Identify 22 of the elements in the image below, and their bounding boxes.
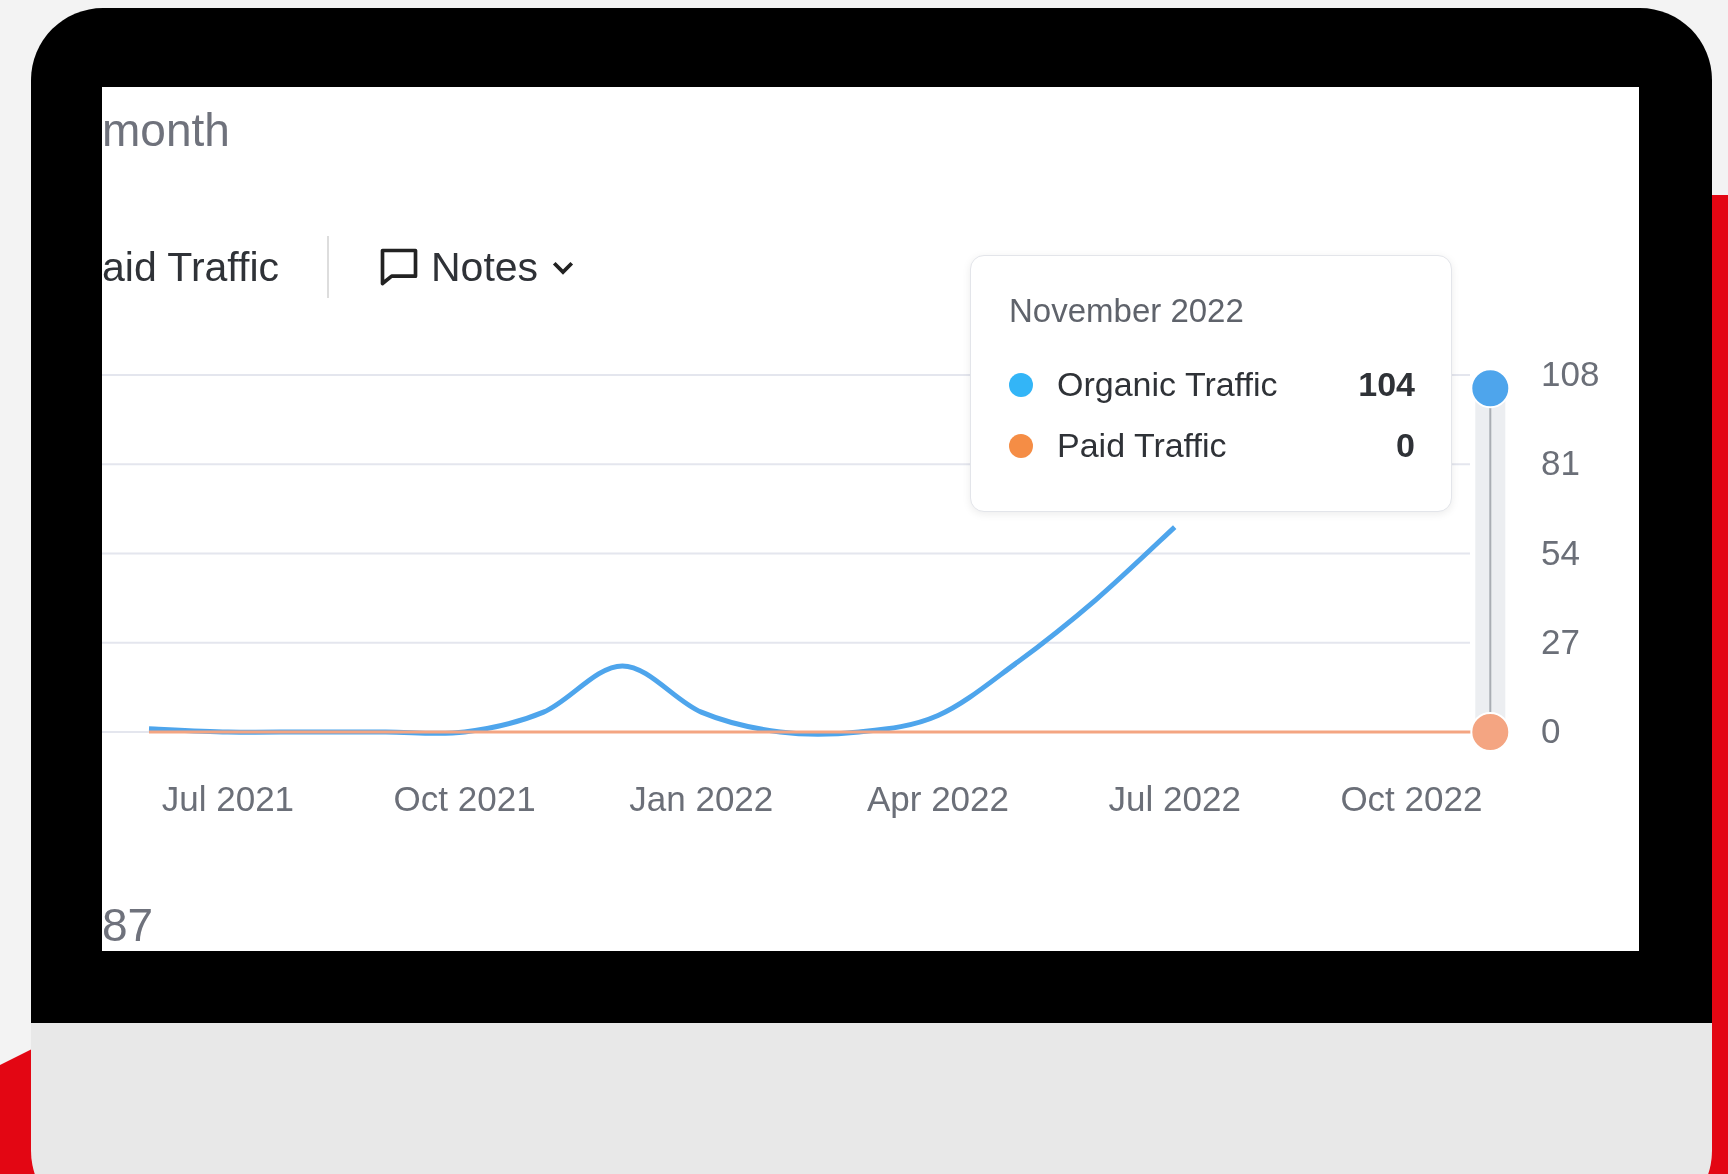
tooltip-title: November 2022 [1009, 292, 1245, 330]
x-axis-label: Oct 2022 [1340, 779, 1483, 818]
data-point [1470, 712, 1511, 752]
x-axis-label: Jul 2021 [161, 779, 295, 818]
y-axis-label: 27 [1541, 621, 1580, 661]
notes-button[interactable]: Notes [377, 243, 579, 291]
data-point [1470, 368, 1511, 409]
tooltip-value: 104 [1358, 365, 1415, 404]
chart-title: month [102, 107, 231, 153]
metric-value: 87 [102, 902, 155, 948]
tooltip-value: 0 [1396, 426, 1415, 465]
tooltip-label: Paid Traffic [1057, 426, 1228, 465]
x-axis-label: Jan 2022 [629, 779, 774, 818]
y-axis-label: 108 [1541, 357, 1600, 393]
x-axis-label: Oct 2021 [393, 779, 536, 818]
y-axis-label: 81 [1541, 443, 1580, 483]
tooltip-label: Organic Traffic [1057, 365, 1279, 404]
y-axis-label: 0 [1541, 711, 1561, 750]
legend-item[interactable]: aid Traffic [102, 243, 279, 291]
x-axis-label: Apr 2022 [866, 779, 1010, 818]
y-axis-label: 54 [1541, 532, 1580, 572]
x-axis-label: Jul 2022 [1108, 779, 1241, 818]
